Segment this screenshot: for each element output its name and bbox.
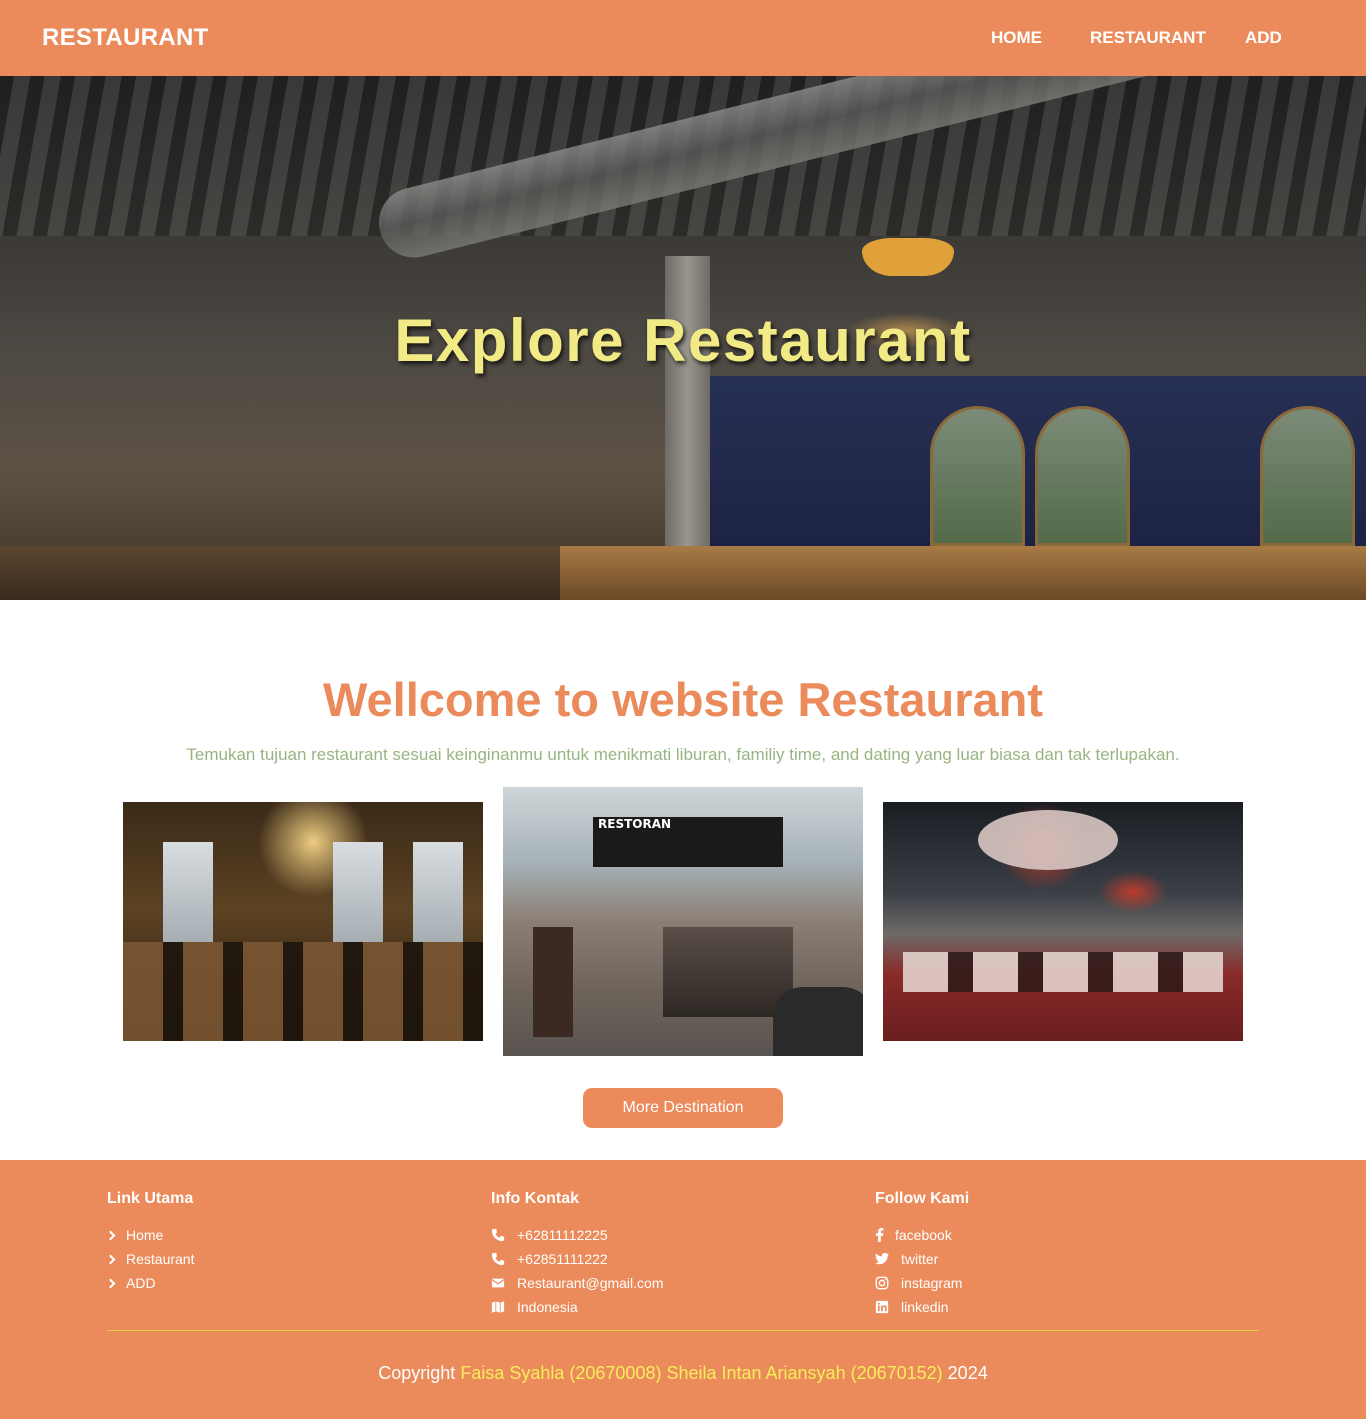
nav-restaurant[interactable]: RESTAURANT [1090,28,1206,48]
hero-arch [930,406,1025,546]
photo-tables [903,952,1223,992]
copyright-year: 2024 [947,1363,988,1383]
hero-lamp [862,238,954,276]
footer-social-heading: Follow Kami [875,1190,970,1207]
social-linkedin[interactable]: linkedin [875,1295,969,1319]
photo-window [413,842,463,942]
photo-ceiling-ring [978,810,1118,870]
phone-icon [491,1252,505,1266]
facebook-icon [876,1228,884,1242]
footer-link-add[interactable]: ADD [105,1271,194,1295]
chevron-right-icon [105,1252,117,1266]
nav-add[interactable]: ADD [1245,28,1282,48]
footer-link-home[interactable]: Home [105,1223,194,1247]
restaurant-photo-2: RESTORAN [503,787,863,1056]
hero-arch [1035,406,1130,546]
hero-floor [0,546,560,600]
hero-banner: Explore Restaurant [0,76,1366,600]
navbar: RESTAURANT HOME RESTAURANT ADD [0,0,1366,76]
twitter-icon [875,1252,889,1265]
instagram-icon [875,1276,889,1290]
copyright: Copyright Faisa Syahla (20670008) Sheila… [0,1363,1366,1384]
copyright-names: Faisa Syahla (20670008) Sheila Intan Ari… [460,1363,943,1383]
restaurant-photo-1 [123,802,483,1041]
footer-contact-column: Info Kontak +62811112225 +62851111222 Re… [491,1190,664,1319]
footer-divider [107,1330,1259,1331]
restaurant-photo-3 [883,802,1243,1041]
phone-icon [491,1228,505,1242]
footer: Link Utama Home Restaurant ADD Info Kont… [0,1160,1366,1419]
envelope-icon [491,1278,505,1288]
social-instagram[interactable]: instagram [875,1271,969,1295]
nav-home[interactable]: HOME [991,28,1042,48]
linkedin-icon [875,1300,889,1314]
social-twitter[interactable]: twitter [875,1247,969,1271]
photo-window [163,842,213,942]
contact-location: Indonesia [491,1295,664,1319]
footer-link-restaurant[interactable]: Restaurant [105,1247,194,1271]
hero-pillar [665,256,710,556]
contact-phone-1: +62811112225 [491,1223,664,1247]
brand-logo[interactable]: RESTAURANT [42,24,209,52]
photo-door [533,927,573,1037]
welcome-title: Wellcome to website Restaurant [323,673,1043,726]
social-facebook[interactable]: facebook [875,1223,969,1247]
welcome-subtitle: Temukan tujuan restaurant sesuai keingin… [186,745,1180,764]
chevron-right-icon [105,1276,117,1290]
contact-email: Restaurant@gmail.com [491,1271,664,1295]
photo-shopfront [663,927,793,1017]
photo-sign-text: RESTORAN [598,817,672,831]
more-destination-button[interactable]: More Destination [583,1088,783,1128]
hero-bar-counter [560,546,1366,600]
footer-links-column: Link Utama Home Restaurant ADD [105,1190,194,1295]
footer-links-heading: Link Utama [107,1190,194,1207]
footer-social-column: Follow Kami facebook twitter instagram l… [875,1190,969,1319]
copyright-prefix: Copyright [378,1363,456,1383]
chevron-right-icon [105,1228,117,1242]
photo-tables [123,942,483,1041]
photo-car [773,987,863,1056]
footer-contact-heading: Info Kontak [491,1190,579,1207]
map-icon [491,1301,505,1313]
hero-arch [1260,406,1355,546]
contact-phone-2: +62851111222 [491,1247,664,1271]
hero-title: Explore Restaurant [394,307,972,374]
photo-window [333,842,383,942]
